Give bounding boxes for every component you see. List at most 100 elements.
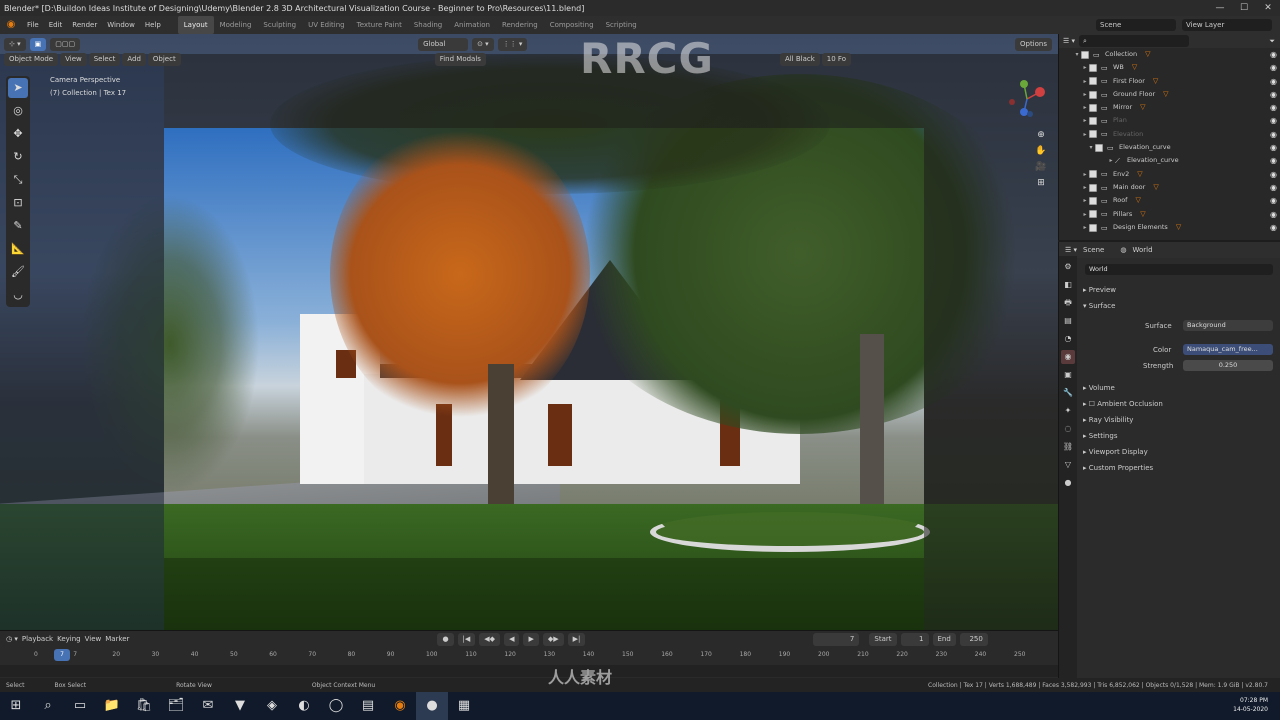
preview-section[interactable]: ▸ Preview xyxy=(1083,286,1116,294)
tab-scripting[interactable]: Scripting xyxy=(600,16,643,34)
select-circle-tool-icon[interactable]: ◎ xyxy=(8,101,28,121)
constraints-tab-icon[interactable]: ⛓ xyxy=(1061,440,1075,454)
add-menu[interactable]: Add xyxy=(122,53,146,66)
visibility-eye-icon[interactable]: ◉ xyxy=(1270,48,1277,61)
visibility-eye-icon[interactable]: ◉ xyxy=(1270,208,1277,221)
mode-dropdown[interactable]: Object Mode xyxy=(4,53,59,66)
volume-section[interactable]: ▸ Volume xyxy=(1083,384,1115,392)
visibility-eye-icon[interactable]: ◉ xyxy=(1270,128,1277,141)
zoom-field[interactable]: 10 Fo xyxy=(821,53,851,66)
tab-shading[interactable]: Shading xyxy=(408,16,448,34)
collection-checkbox[interactable] xyxy=(1089,183,1097,192)
world-tab[interactable]: World xyxy=(1132,246,1152,254)
outliner-row[interactable]: ▸ ▭ Elevation ◉ xyxy=(1059,128,1280,141)
strength-field[interactable]: 0.250 xyxy=(1183,360,1273,371)
scene-tab[interactable]: Scene xyxy=(1083,246,1104,254)
visibility-eye-icon[interactable]: ◉ xyxy=(1270,114,1277,127)
world-tab-icon[interactable]: ◉ xyxy=(1061,350,1075,364)
search-icon[interactable]: ⌕ xyxy=(32,692,64,720)
tab-uv-editing[interactable]: UV Editing xyxy=(302,16,351,34)
collection-checkbox[interactable] xyxy=(1089,77,1097,86)
outliner-row[interactable]: ▸ ⟋ Elevation_curve ◉ xyxy=(1059,154,1280,167)
material-tab-icon[interactable]: ● xyxy=(1061,476,1075,490)
current-frame-field[interactable]: 7 xyxy=(813,632,860,646)
collection-checkbox[interactable] xyxy=(1089,196,1097,205)
outliner-row[interactable]: ▸ ▭ Roof ▽ ◉ xyxy=(1059,194,1280,207)
playhead[interactable]: 7 xyxy=(54,649,70,661)
outliner-row[interactable]: ▸ ▭ Ground Floor ▽ ◉ xyxy=(1059,88,1280,101)
menu-file[interactable]: File xyxy=(22,21,44,29)
select-mode-button[interactable]: ▣ xyxy=(29,37,47,51)
mail-icon[interactable]: ✉ xyxy=(192,692,224,720)
outliner-row[interactable]: ▸ ▭ Pillars ▽ ◉ xyxy=(1059,208,1280,221)
particles-tab-icon[interactable]: ✦ xyxy=(1061,404,1075,418)
task-view-icon[interactable]: ▭ xyxy=(64,692,96,720)
tab-layout[interactable]: Layout xyxy=(177,16,214,34)
visibility-eye-icon[interactable]: ◉ xyxy=(1270,194,1277,207)
marker-menu[interactable]: Marker xyxy=(105,635,129,643)
collection-checkbox[interactable] xyxy=(1089,103,1097,112)
tab-rendering[interactable]: Rendering xyxy=(496,16,544,34)
jump-end-button[interactable]: ▶| xyxy=(567,632,586,646)
expand-arrow-icon[interactable]: ▸ xyxy=(1107,154,1115,167)
extra-tool-icon[interactable]: ◡ xyxy=(8,285,28,305)
visibility-eye-icon[interactable]: ◉ xyxy=(1270,141,1277,154)
overlay-field[interactable]: All Black xyxy=(779,53,820,66)
select-box-options[interactable]: ▢▢▢ xyxy=(50,37,81,51)
start-icon[interactable]: ⊞ xyxy=(0,692,32,720)
chrome-icon[interactable]: ● xyxy=(416,692,448,720)
outliner-row[interactable]: ▸ ▭ First Floor ▽ ◉ xyxy=(1059,75,1280,88)
scene-tab-icon[interactable]: ◔ xyxy=(1061,332,1075,346)
outliner-row[interactable]: ▾ ▭ Elevation_curve ◉ xyxy=(1059,141,1280,154)
app-icon[interactable]: ◈ xyxy=(256,692,288,720)
3d-viewport[interactable]: ⊹ ▾ ▣ ▢▢▢ Global ⊙ ▾ ⋮⋮ ▾ Options Object… xyxy=(0,34,1058,630)
pan-hand-icon[interactable]: ✋ xyxy=(1035,146,1046,156)
menu-render[interactable]: Render xyxy=(67,21,102,29)
options-dropdown[interactable]: Options xyxy=(1014,37,1052,51)
custom-properties-section[interactable]: ▸ Custom Properties xyxy=(1083,464,1153,472)
expand-arrow-icon[interactable]: ▸ xyxy=(1081,194,1089,207)
object-menu[interactable]: Object xyxy=(147,53,181,66)
collection-checkbox[interactable] xyxy=(1089,210,1097,219)
snap-toggle[interactable]: ⋮⋮ ▾ xyxy=(497,37,528,51)
collection-checkbox[interactable] xyxy=(1089,117,1097,126)
expand-arrow-icon[interactable]: ▸ xyxy=(1081,181,1089,194)
playback-menu[interactable]: Playback xyxy=(22,635,53,643)
brave-icon[interactable]: ▼ xyxy=(224,692,256,720)
visibility-eye-icon[interactable]: ◉ xyxy=(1270,101,1277,114)
collection-checkbox[interactable] xyxy=(1089,170,1097,179)
measure-tool-icon[interactable]: 📐 xyxy=(8,239,28,259)
menu-window[interactable]: Window xyxy=(102,21,140,29)
tab-animation[interactable]: Animation xyxy=(448,16,496,34)
rotate-tool-icon[interactable]: ↻ xyxy=(8,147,28,167)
view-layer-selector[interactable]: View Layer xyxy=(1182,19,1272,31)
visibility-eye-icon[interactable]: ◉ xyxy=(1270,168,1277,181)
grid-view-icon[interactable]: ⊞ xyxy=(1037,178,1045,188)
collection-checkbox[interactable] xyxy=(1089,130,1097,139)
start-field[interactable]: 1 xyxy=(900,632,929,646)
note-icon[interactable]: ▦ xyxy=(448,692,480,720)
view-layer-tab-icon[interactable]: ▤ xyxy=(1061,314,1075,328)
navigation-gizmo[interactable] xyxy=(1004,76,1050,122)
folder-alt-icon[interactable]: ▤ xyxy=(352,692,384,720)
outliner-row[interactable]: ▸ ▭ Design Elements ▽ ◉ xyxy=(1059,221,1280,234)
visibility-eye-icon[interactable]: ◉ xyxy=(1270,75,1277,88)
color-texture-field[interactable]: Namaqua_cam_free... xyxy=(1183,344,1273,355)
prev-key-button[interactable]: ◀◆ xyxy=(479,632,501,646)
collection-checkbox[interactable] xyxy=(1089,90,1097,99)
physics-tab-icon[interactable]: ◌ xyxy=(1061,422,1075,436)
browser-icon[interactable]: ◐ xyxy=(288,692,320,720)
data-tab-icon[interactable]: ▽ xyxy=(1061,458,1075,472)
expand-arrow-icon[interactable]: ▸ xyxy=(1081,128,1089,141)
timeline-editor-icon[interactable]: ◷ ▾ xyxy=(6,635,18,643)
output-tab-icon[interactable]: 🖶 xyxy=(1061,296,1075,310)
expand-arrow-icon[interactable]: ▸ xyxy=(1081,168,1089,181)
menu-help[interactable]: Help xyxy=(140,21,166,29)
viewport-display-section[interactable]: ▸ Viewport Display xyxy=(1083,448,1148,456)
outliner-row[interactable]: ▾ ▭ Collection ▽ ◉ xyxy=(1059,48,1280,61)
outliner-row[interactable]: ▸ ▭ Plan ◉ xyxy=(1059,114,1280,127)
view-menu[interactable]: View xyxy=(60,53,87,66)
end-field[interactable]: 250 xyxy=(959,632,988,646)
transform-tool-icon[interactable]: ⊡ xyxy=(8,193,28,213)
timeline-ruler[interactable]: 0 7 20 30 40 50 60 70 80 90 100 110 120 130 140 150 160 1… xyxy=(0,649,1058,663)
